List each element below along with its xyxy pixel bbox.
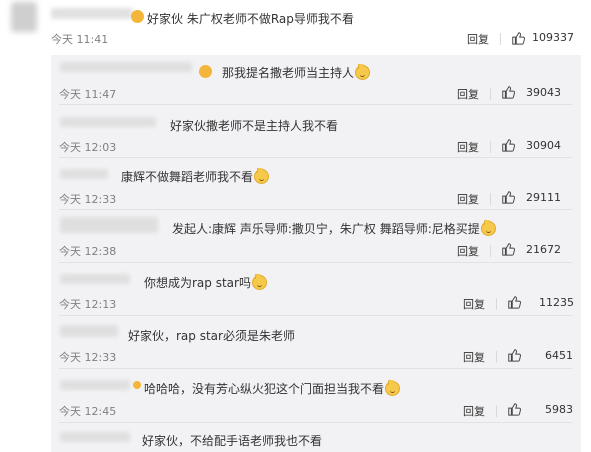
- reply-button[interactable]: 回复: [463, 349, 485, 365]
- separator: [500, 33, 501, 45]
- thumbs-up-icon[interactable]: [507, 348, 521, 362]
- reply-button[interactable]: 回复: [457, 243, 479, 259]
- separator: [496, 298, 497, 310]
- like-count: 39043: [526, 86, 561, 99]
- badge-icon: [199, 65, 212, 78]
- reply-text: 发起人:康辉 声乐导师:撒贝宁，朱广权 舞蹈导师:尼格买提: [172, 220, 496, 237]
- divider: [59, 262, 572, 263]
- comment-time: 今天 11:41: [51, 33, 109, 46]
- doge-emoji-icon: [355, 65, 371, 80]
- thumbs-up-icon[interactable]: [501, 190, 515, 204]
- reply-username[interactable]: [60, 62, 192, 72]
- reply-text: 康辉不做舞蹈老师我不看: [121, 168, 270, 185]
- username[interactable]: [51, 8, 133, 19]
- separator: [496, 405, 497, 417]
- reply-username[interactable]: [60, 432, 130, 442]
- reply-username[interactable]: [60, 217, 158, 233]
- separator: [490, 88, 491, 100]
- doge-emoji-icon: [251, 275, 267, 290]
- like-count: 5983: [545, 403, 573, 416]
- reply-button[interactable]: 回复: [467, 31, 489, 47]
- divider: [59, 315, 572, 316]
- reply-username[interactable]: [60, 169, 108, 179]
- divider: [59, 157, 572, 158]
- thumbs-up-icon[interactable]: [501, 85, 515, 99]
- reply-text: 好家伙撒老师不是主持人我不看: [170, 119, 339, 133]
- reply-time: 今天 12:03: [59, 141, 117, 154]
- comment-text: 好家伙 朱广权老师不做Rap导师我不看: [147, 12, 354, 26]
- reply-button[interactable]: 回复: [463, 296, 485, 312]
- reply-time: 今天 12:38: [59, 245, 117, 258]
- reply-button[interactable]: 回复: [457, 139, 479, 155]
- reply-time: 今天 12:45: [59, 405, 117, 418]
- reply-text: 你想成为rap star吗: [144, 274, 267, 291]
- reply-text: 好家伙，不给配手语老师我也不看: [142, 434, 323, 448]
- like-count: 109337: [532, 31, 574, 44]
- reply-username[interactable]: [60, 274, 130, 284]
- thumbs-up-icon[interactable]: [507, 295, 521, 309]
- reply-button[interactable]: 回复: [457, 86, 479, 102]
- reply-username[interactable]: [60, 117, 156, 127]
- separator: [490, 141, 491, 153]
- reply-time: 今天 11:47: [59, 88, 117, 101]
- reply-button[interactable]: 回复: [463, 403, 485, 419]
- divider: [59, 368, 572, 369]
- doge-emoji-icon: [254, 169, 270, 184]
- badge-icon: [133, 381, 141, 389]
- thumbs-up-icon[interactable]: [501, 242, 515, 256]
- separator: [490, 245, 491, 257]
- user-avatar[interactable]: [11, 2, 37, 32]
- separator: [490, 193, 491, 205]
- badge-icon: [131, 10, 144, 23]
- thumbs-up-icon[interactable]: [507, 402, 521, 416]
- thumbs-up-icon[interactable]: [501, 138, 515, 152]
- like-count: 6451: [545, 349, 573, 362]
- reply-text: 好家伙，rap star必须是朱老师: [128, 329, 295, 343]
- reply-text: 那我提名撒老师当主持人: [222, 64, 371, 81]
- separator: [496, 351, 497, 363]
- divider: [59, 104, 572, 105]
- reply-time: 今天 12:33: [59, 193, 117, 206]
- like-count: 29111: [526, 191, 561, 204]
- like-count: 21672: [526, 243, 561, 256]
- doge-emoji-icon: [480, 221, 496, 236]
- divider: [59, 209, 572, 210]
- reply-username[interactable]: [60, 325, 118, 337]
- like-count: 11235: [539, 296, 574, 309]
- doge-emoji-icon: [385, 381, 401, 396]
- reply-time: 今天 12:13: [59, 298, 117, 311]
- reply-text: 哈哈哈，没有芳心纵火犯这个门面担当我不看: [144, 380, 401, 397]
- reply-username[interactable]: [60, 380, 130, 390]
- thumbs-up-icon[interactable]: [511, 31, 525, 45]
- reply-button[interactable]: 回复: [457, 191, 479, 207]
- divider: [59, 422, 572, 423]
- like-count: 30904: [526, 139, 561, 152]
- reply-time: 今天 12:33: [59, 351, 117, 364]
